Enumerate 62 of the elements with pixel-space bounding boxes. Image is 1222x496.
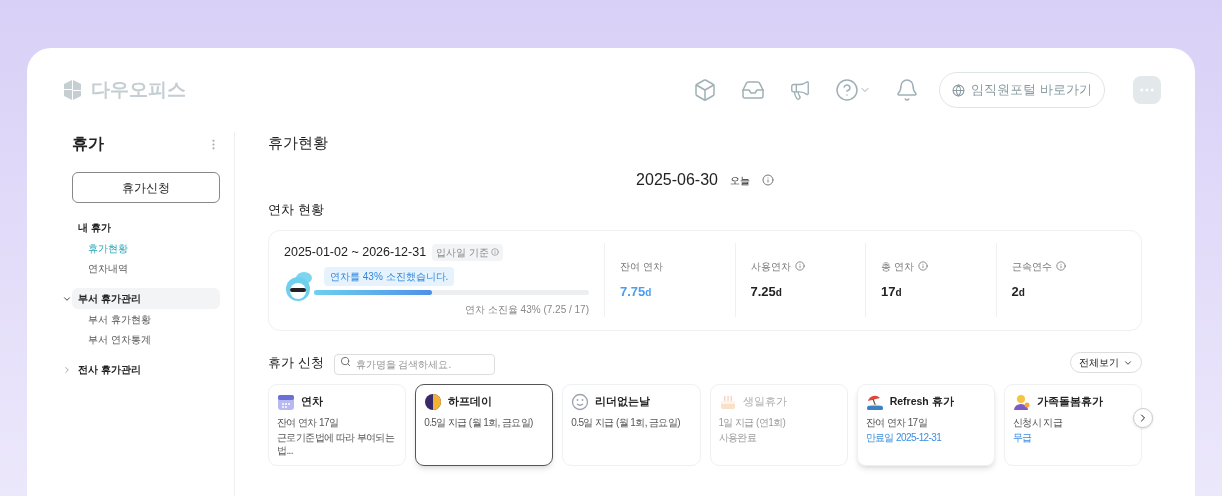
info-icon[interactable] <box>917 261 928 272</box>
today-label: 오늘 <box>729 173 750 188</box>
sidebar-heading: 내 휴가 <box>77 221 112 235</box>
sidebar-title: 휴가 <box>72 134 104 154</box>
usage-text: 연차 소진율 43% (7.25 / 17) <box>465 303 589 318</box>
calendar-icon <box>277 392 295 411</box>
stat-value: 2d <box>1011 282 1026 301</box>
card-text: 잔여 연차 17일 <box>865 415 928 429</box>
stat-value: 7.25d <box>750 282 783 301</box>
stat-label: 잔여 연차 <box>620 259 663 274</box>
smiley-icon <box>571 392 590 411</box>
info-icon[interactable] <box>794 261 805 272</box>
sidebar-item[interactable]: 연차내역 <box>72 258 220 278</box>
half-moon-icon <box>424 392 443 411</box>
card-text: 신청시 지급 <box>1012 415 1064 429</box>
section-title: 연차 현황 <box>268 201 325 219</box>
stat-label: 총 연차 <box>881 259 914 274</box>
card-title: 하프데이 <box>448 393 493 409</box>
leave-type-card[interactable]: Refresh 휴가 잔여 연차 17일 만료일 2025-12-31 <box>856 383 995 466</box>
search-field[interactable]: 휴가명을 검색하세요. <box>333 353 495 375</box>
basis-text: 입사일 기준 <box>436 245 489 260</box>
info-icon[interactable] <box>490 248 499 256</box>
card-text: 0.5일 지급 (월 1회, 금요일) <box>571 415 681 429</box>
chevron-right-icon[interactable] <box>62 364 72 375</box>
sidebar-item[interactable]: 부서 연차통계 <box>72 329 220 349</box>
current-date: 2025-06-30 <box>636 170 718 190</box>
card-text: 만료일 2025-12-31 <box>865 430 943 444</box>
card-text: 사용완료 <box>718 430 758 444</box>
stat-label: 근속연수 <box>1011 259 1052 274</box>
card-title: Refresh 휴가 <box>889 393 954 409</box>
page-title: 휴가현황 <box>268 133 329 153</box>
info-icon[interactable] <box>1055 261 1066 272</box>
leave-type-card[interactable]: 연차 잔여 연차 17일 근로기준법에 따라 부여되는 법... <box>268 383 407 466</box>
card-title: 가족돌봄휴가 <box>1036 393 1103 409</box>
card-text: 0.5일 지급 (월 1회, 금요일) <box>424 415 534 429</box>
sidebar-folder[interactable]: 전사 휴가관리 <box>72 359 220 380</box>
sidebar-item[interactable]: 부서 휴가현황 <box>72 309 220 329</box>
stat-value: 7.75d <box>620 282 653 301</box>
card-title: 리더없는날 <box>595 393 651 409</box>
logo-icon <box>61 79 83 101</box>
stat-value: 17d <box>881 282 903 301</box>
logo-text: 다우오피스 <box>91 77 186 102</box>
section-title: 휴가 신청 <box>268 353 324 372</box>
more-icon[interactable] <box>1133 76 1161 104</box>
leave-type-card[interactable]: 리더없는날 0.5일 지급 (월 1회, 금요일) <box>562 383 701 466</box>
card-text: 잔여 연차 17일 <box>277 415 340 429</box>
apply-button[interactable]: 휴가신청 <box>72 172 220 203</box>
card-text: 1일 지급 (연1회) <box>718 415 787 429</box>
card-text: 무급 <box>1012 430 1033 444</box>
mascot-icon <box>284 270 314 303</box>
card-title: 생일휴가 <box>742 393 787 409</box>
progress-bubble: 연차를 43% 소진했습니다. <box>324 267 455 287</box>
info-icon[interactable] <box>761 174 774 186</box>
globe-icon <box>952 83 966 97</box>
period-text: 2025-01-02 ~ 2026-12-31 <box>284 243 427 261</box>
card-text: 근로기준법에 따라 부여되는 법... <box>277 430 396 457</box>
leave-type-card[interactable]: 하프데이 0.5일 지급 (월 1회, 금요일) <box>415 383 554 466</box>
next-button[interactable] <box>1133 407 1153 428</box>
search-icon <box>339 355 351 367</box>
card-title: 연차 <box>301 393 323 409</box>
person-icon <box>1012 392 1031 411</box>
stat-label: 사용연차 <box>750 259 791 274</box>
